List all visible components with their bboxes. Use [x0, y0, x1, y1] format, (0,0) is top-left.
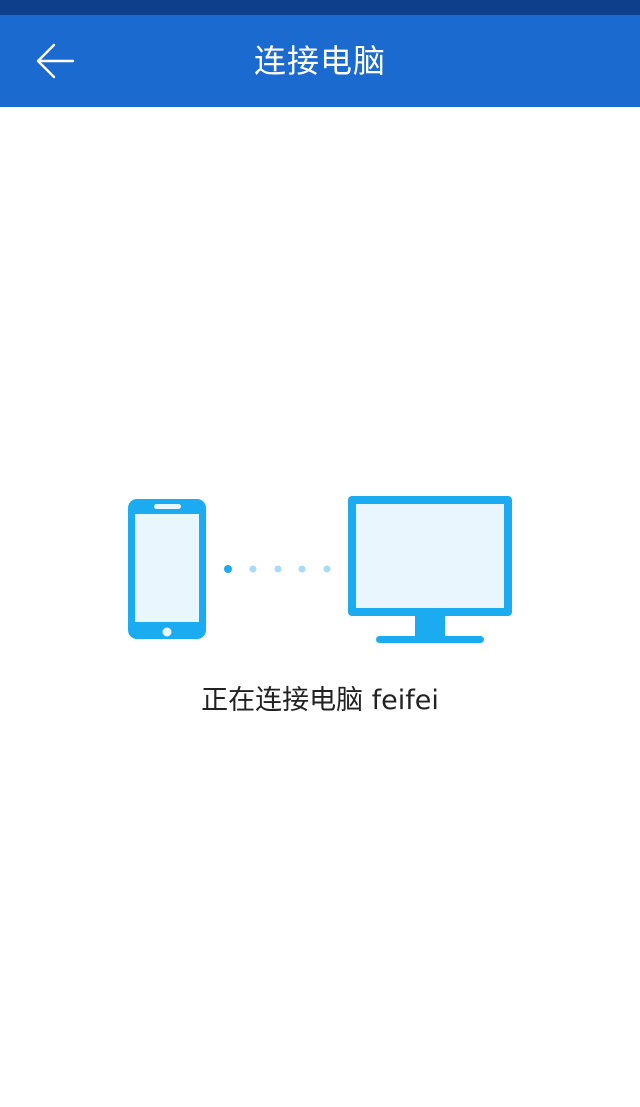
connection-illustration [128, 496, 512, 643]
page-title: 连接电脑 [253, 42, 386, 80]
progress-dot [323, 565, 331, 573]
progress-dot [249, 565, 257, 573]
app-bar: 连接电脑 [0, 15, 640, 107]
status-bar [0, 0, 640, 15]
smartphone-icon [128, 499, 206, 639]
monitor-icon [348, 496, 512, 643]
progress-dot [274, 565, 282, 573]
progress-dot [224, 565, 232, 573]
progress-dot [298, 565, 306, 573]
connection-status-text: 正在连接电脑 feifei [201, 685, 439, 716]
status-icons [440, 0, 640, 15]
connection-progress-dots [224, 565, 331, 573]
